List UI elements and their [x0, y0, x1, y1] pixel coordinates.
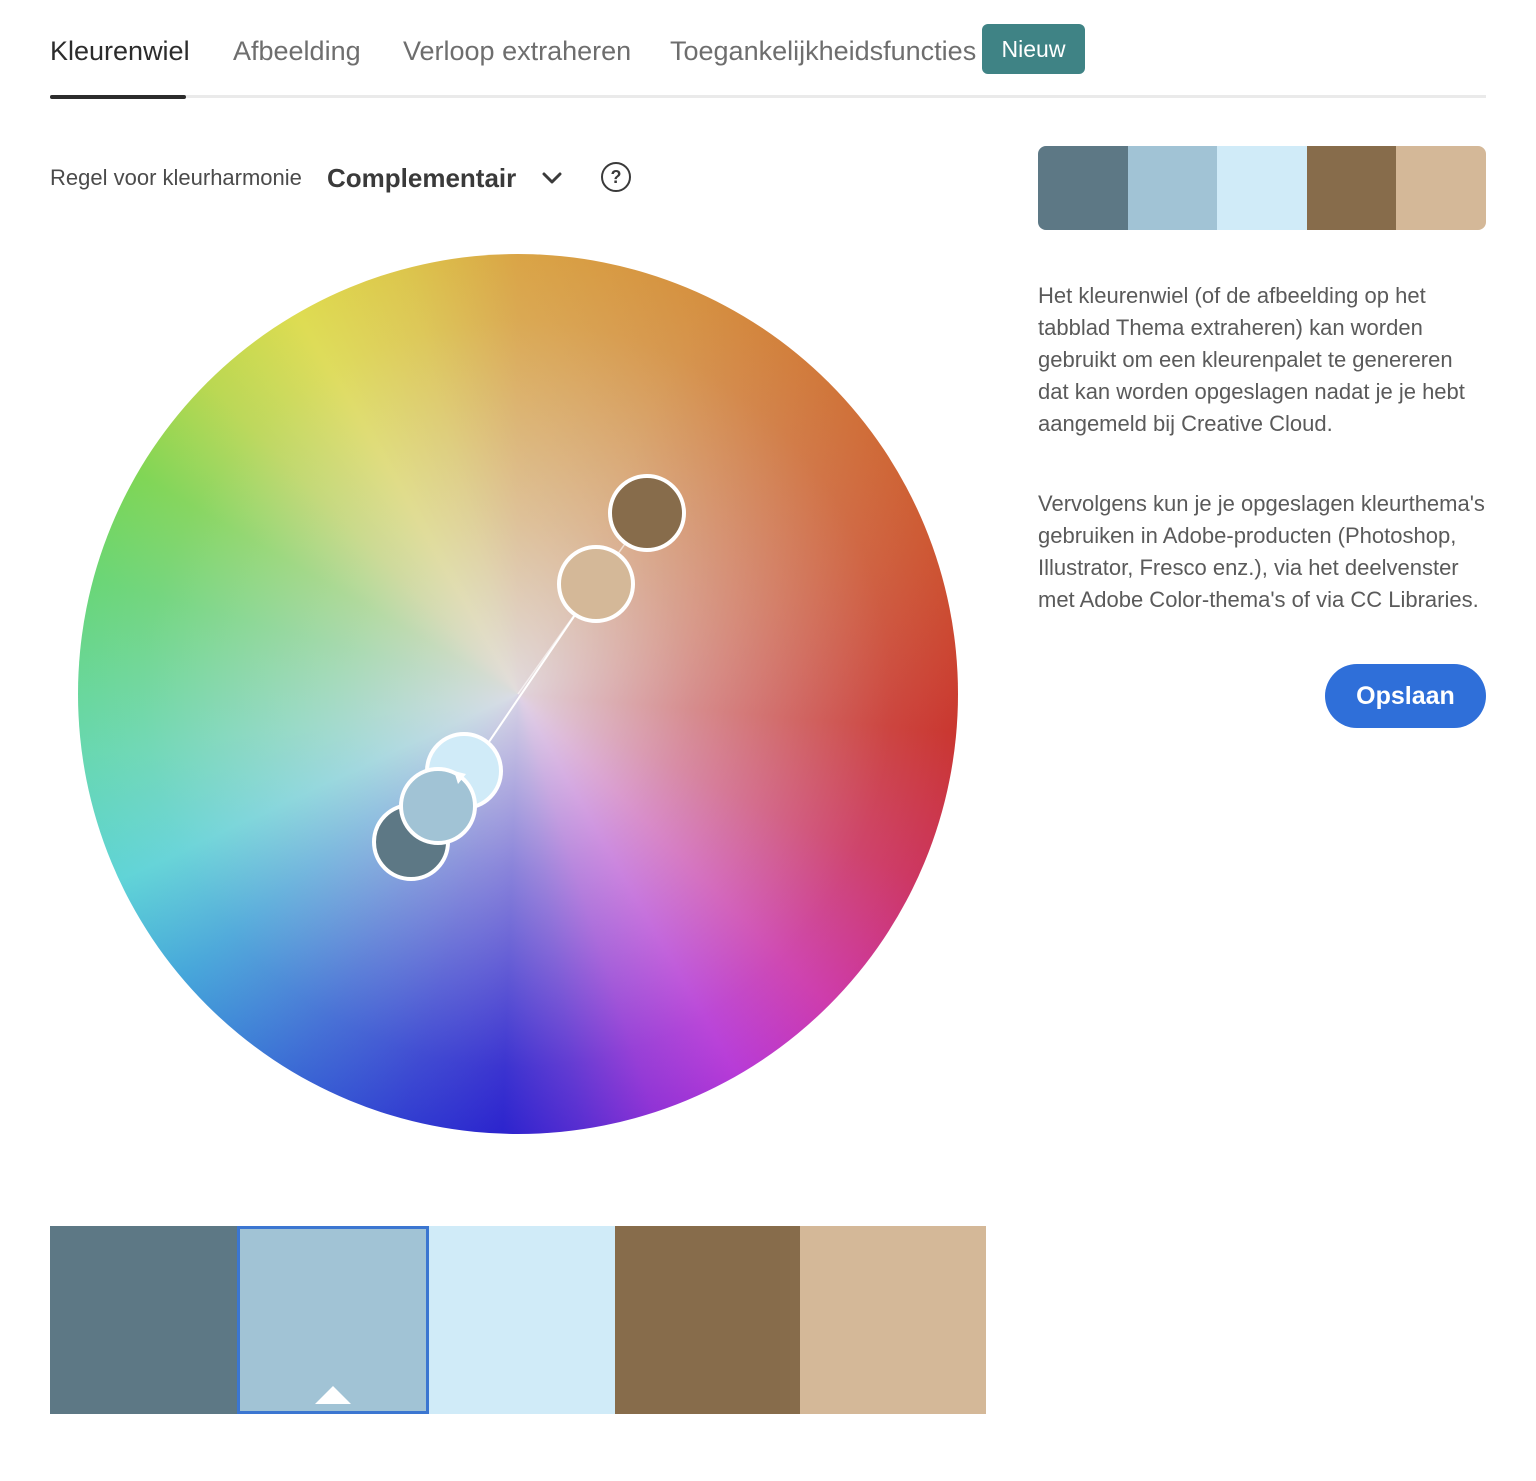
- color-handle-2-selected[interactable]: [399, 767, 477, 845]
- tab-toegankelijkheidsfuncties[interactable]: Toegankelijkheidsfuncties: [670, 32, 976, 70]
- preview-swatch-3: [1217, 146, 1307, 230]
- harmony-rule-value: Complementair: [327, 162, 517, 193]
- help-icon[interactable]: ?: [601, 162, 631, 192]
- harmony-rule-label: Regel voor kleurharmonie: [50, 165, 302, 190]
- tab-verloop-extraheren[interactable]: Verloop extraheren: [403, 32, 631, 70]
- preview-swatch-5: [1396, 146, 1486, 230]
- swatch-1[interactable]: [50, 1226, 237, 1414]
- swatch-4[interactable]: [615, 1226, 800, 1414]
- color-handle-4[interactable]: [608, 474, 686, 552]
- active-tab-indicator: [50, 95, 186, 99]
- selected-triangle-icon: [315, 1386, 351, 1404]
- swatch-3[interactable]: [429, 1226, 615, 1414]
- color-swatches: [50, 1226, 986, 1414]
- harmony-rule-dropdown[interactable]: Complementair: [327, 158, 562, 198]
- new-badge: Nieuw: [982, 24, 1085, 74]
- tab-bar: Kleurenwiel Afbeelding Verloop extrahere…: [50, 0, 1486, 100]
- preview-swatch-1: [1038, 146, 1128, 230]
- preview-swatch-2: [1127, 146, 1218, 230]
- tab-kleurenwiel[interactable]: Kleurenwiel: [50, 32, 190, 70]
- theme-palette-preview: [1038, 146, 1486, 230]
- color-handle-5[interactable]: [557, 545, 635, 623]
- tab-divider: [50, 95, 1486, 98]
- save-button[interactable]: Opslaan: [1325, 664, 1486, 728]
- color-wheel[interactable]: [78, 254, 958, 1134]
- swatch-5[interactable]: [800, 1226, 986, 1414]
- description-paragraph-2: Vervolgens kun je je opgeslagen kleurthe…: [1038, 491, 1485, 612]
- chevron-down-icon: [542, 172, 562, 184]
- description-paragraph-1: Het kleurenwiel (of de afbeelding op het…: [1038, 283, 1465, 436]
- tab-afbeelding[interactable]: Afbeelding: [233, 32, 361, 70]
- preview-swatch-4: [1306, 146, 1397, 230]
- color-wheel-handles: [372, 474, 686, 881]
- swatch-2-selected[interactable]: [237, 1226, 429, 1414]
